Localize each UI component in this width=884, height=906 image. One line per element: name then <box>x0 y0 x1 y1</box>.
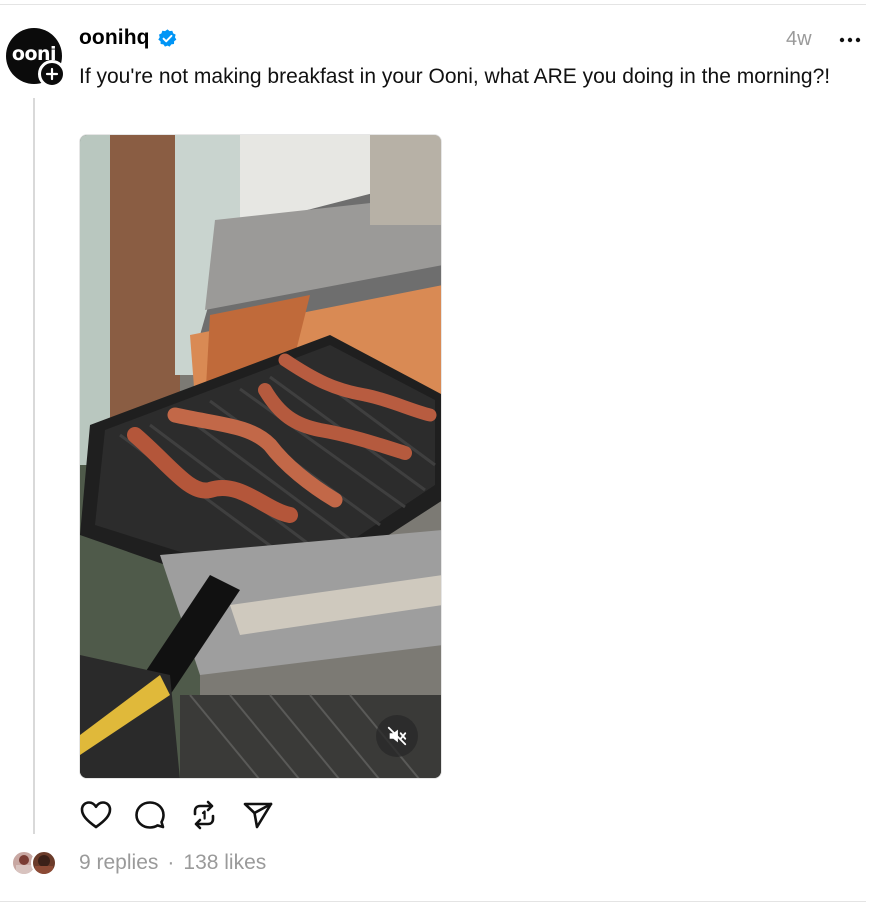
repost-button[interactable] <box>187 798 221 832</box>
muted-speaker-icon <box>387 726 407 746</box>
share-button[interactable] <box>241 798 275 832</box>
post-video[interactable] <box>79 134 442 779</box>
more-options-button[interactable] <box>838 28 862 52</box>
send-icon <box>243 802 273 829</box>
video-frame <box>80 135 441 778</box>
thread-line <box>33 98 35 834</box>
replier-avatar <box>31 850 57 876</box>
reply-avatars <box>11 850 61 878</box>
action-bar <box>79 798 295 832</box>
like-button[interactable] <box>79 798 113 832</box>
username-link[interactable]: oonihq <box>79 26 150 50</box>
likes-count-link[interactable]: 138 likes <box>183 851 266 875</box>
more-options-icon <box>839 37 861 43</box>
heart-icon <box>80 801 112 829</box>
verified-badge-icon <box>158 29 177 47</box>
top-divider <box>0 4 866 5</box>
stats-separator: · <box>167 851 175 874</box>
post-time: 4w <box>786 28 812 50</box>
bottom-divider <box>0 901 866 902</box>
reply-button[interactable] <box>133 798 167 832</box>
plus-icon <box>45 67 59 81</box>
repost-icon <box>193 800 215 830</box>
mute-toggle-button[interactable] <box>376 715 418 757</box>
post-caption: If you're not making breakfast in your O… <box>79 65 831 88</box>
comment-bubble-icon <box>135 801 165 829</box>
replies-count-link[interactable]: 9 replies <box>79 851 158 875</box>
follow-button[interactable] <box>38 60 66 88</box>
post-stats: 9 replies · 138 likes <box>79 851 266 875</box>
